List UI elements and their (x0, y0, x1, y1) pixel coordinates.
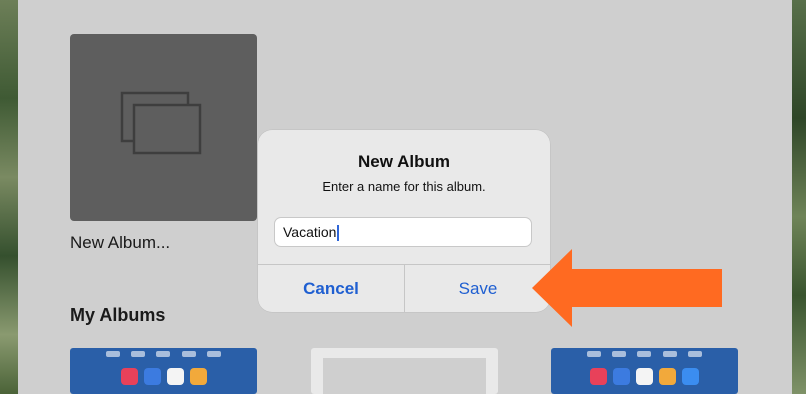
my-albums-heading: My Albums (70, 305, 166, 325)
album-thumbnail[interactable] (311, 348, 498, 394)
text-caret (337, 225, 340, 242)
album-thumbnail[interactable] (551, 348, 738, 394)
new-album-label[interactable]: New Album... (70, 233, 170, 253)
new-album-dialog: New Album Enter a name for this album. V… (258, 130, 550, 312)
dialog-message: Enter a name for this album. (322, 179, 486, 194)
pointing-arrow-icon (532, 249, 722, 327)
album-name-input[interactable]: Vacation (274, 217, 532, 247)
dialog-title: New Album (358, 152, 450, 171)
new-album-tile[interactable] (70, 34, 257, 221)
album-thumbnail[interactable] (70, 348, 257, 394)
wallpaper-left-edge (0, 0, 18, 394)
stacked-albums-icon (120, 91, 202, 155)
cancel-button[interactable]: Cancel (258, 265, 404, 312)
album-name-value: Vacation (283, 224, 337, 240)
wallpaper-right-edge (792, 0, 806, 394)
